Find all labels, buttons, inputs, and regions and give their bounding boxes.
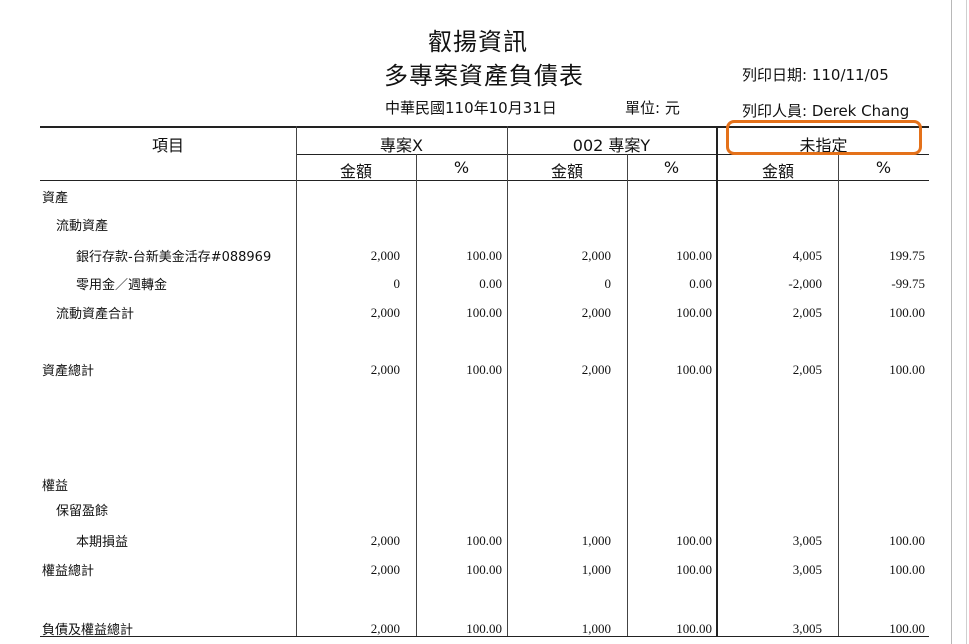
- percent-cell: 100.00: [676, 362, 712, 377]
- column-header-project: 002 專案Y: [572, 136, 651, 155]
- percent-cell: 100.00: [466, 562, 502, 577]
- percent-cell: 100.00: [676, 621, 712, 636]
- percent-cell: 100.00: [889, 362, 925, 377]
- percent-cell: 100.00: [676, 248, 712, 263]
- column-divider: [716, 126, 718, 636]
- percent-cell: 100.00: [889, 305, 925, 320]
- amount-cell: 1,000: [581, 533, 611, 548]
- row-label: 權益: [42, 479, 69, 494]
- amount-cell: 2,005: [792, 362, 822, 377]
- subheader-amount: 金額: [550, 162, 583, 181]
- row-label: 流動資產合計: [56, 307, 135, 322]
- report-title: 多專案資產負債表: [384, 62, 584, 90]
- amount-cell: 2,005: [792, 305, 822, 320]
- amount-cell: 1,000: [581, 621, 611, 636]
- row-label: 本期損益: [76, 535, 129, 550]
- company-name: 叡揚資訊: [428, 28, 528, 56]
- column-divider: [296, 126, 297, 636]
- percent-cell: 100.00: [676, 305, 712, 320]
- row-label: 權益總計: [42, 564, 95, 579]
- amount-cell: 3,005: [792, 533, 822, 548]
- percent-cell: 0.00: [479, 276, 502, 291]
- percent-cell: 100.00: [466, 362, 502, 377]
- amount-cell: 2,000: [370, 621, 400, 636]
- percent-cell: 100.00: [889, 533, 925, 548]
- percent-cell: -99.75: [891, 276, 925, 291]
- percent-cell: 100.00: [889, 621, 925, 636]
- subheader-amount: 金額: [339, 162, 372, 181]
- percent-cell: 199.75: [889, 248, 925, 263]
- amount-cell: 2,000: [370, 362, 400, 377]
- row-label: 資產總計: [42, 364, 95, 379]
- row-label: 資產: [42, 191, 69, 206]
- subheader-percent: %: [453, 158, 470, 177]
- amount-cell: 3,005: [792, 621, 822, 636]
- page-border: [966, 0, 967, 644]
- row-label: 流動資產: [56, 219, 109, 234]
- print-date: 列印日期: 110/11/05: [742, 66, 889, 84]
- column-divider: [507, 126, 508, 636]
- amount-cell: 0: [393, 276, 401, 291]
- currency-unit: 單位: 元: [625, 99, 680, 117]
- percent-cell: 100.00: [466, 533, 502, 548]
- amount-cell: 2,000: [370, 533, 400, 548]
- percent-cell: 100.00: [466, 621, 502, 636]
- highlight-annotation: [726, 120, 922, 155]
- column-header-item: 項目: [151, 136, 184, 155]
- amount-cell: 2,000: [370, 562, 400, 577]
- amount-cell: 2,000: [370, 305, 400, 320]
- amount-cell: 2,000: [581, 248, 611, 263]
- column-header-project: 專案X: [380, 136, 423, 155]
- percent-cell: 0.00: [689, 276, 712, 291]
- row-label: 保留盈餘: [56, 504, 109, 519]
- percent-cell: 100.00: [889, 562, 925, 577]
- subheader-amount: 金額: [761, 162, 794, 181]
- amount-cell: 1,000: [581, 562, 611, 577]
- row-label: 零用金／週轉金: [76, 278, 168, 293]
- row-label: 銀行存款-台新美金活存#088969: [76, 250, 272, 265]
- subheader-percent: %: [875, 158, 892, 177]
- amount-cell: 4,005: [792, 248, 822, 263]
- amount-cell: -2,000: [788, 276, 822, 291]
- subheader-percent: %: [663, 158, 680, 177]
- report-date: 中華民國110年10月31日: [385, 99, 557, 117]
- printed-by: 列印人員: Derek Chang: [742, 102, 910, 120]
- percent-cell: 100.00: [466, 248, 502, 263]
- percent-cell: 100.00: [676, 562, 712, 577]
- page-border: [951, 0, 952, 644]
- amount-cell: 2,000: [370, 248, 400, 263]
- amount-cell: 0: [604, 276, 612, 291]
- amount-cell: 2,000: [581, 362, 611, 377]
- amount-cell: 2,000: [581, 305, 611, 320]
- row-label: 負債及權益總計: [42, 623, 134, 638]
- percent-cell: 100.00: [676, 533, 712, 548]
- percent-cell: 100.00: [466, 305, 502, 320]
- amount-cell: 3,005: [792, 562, 822, 577]
